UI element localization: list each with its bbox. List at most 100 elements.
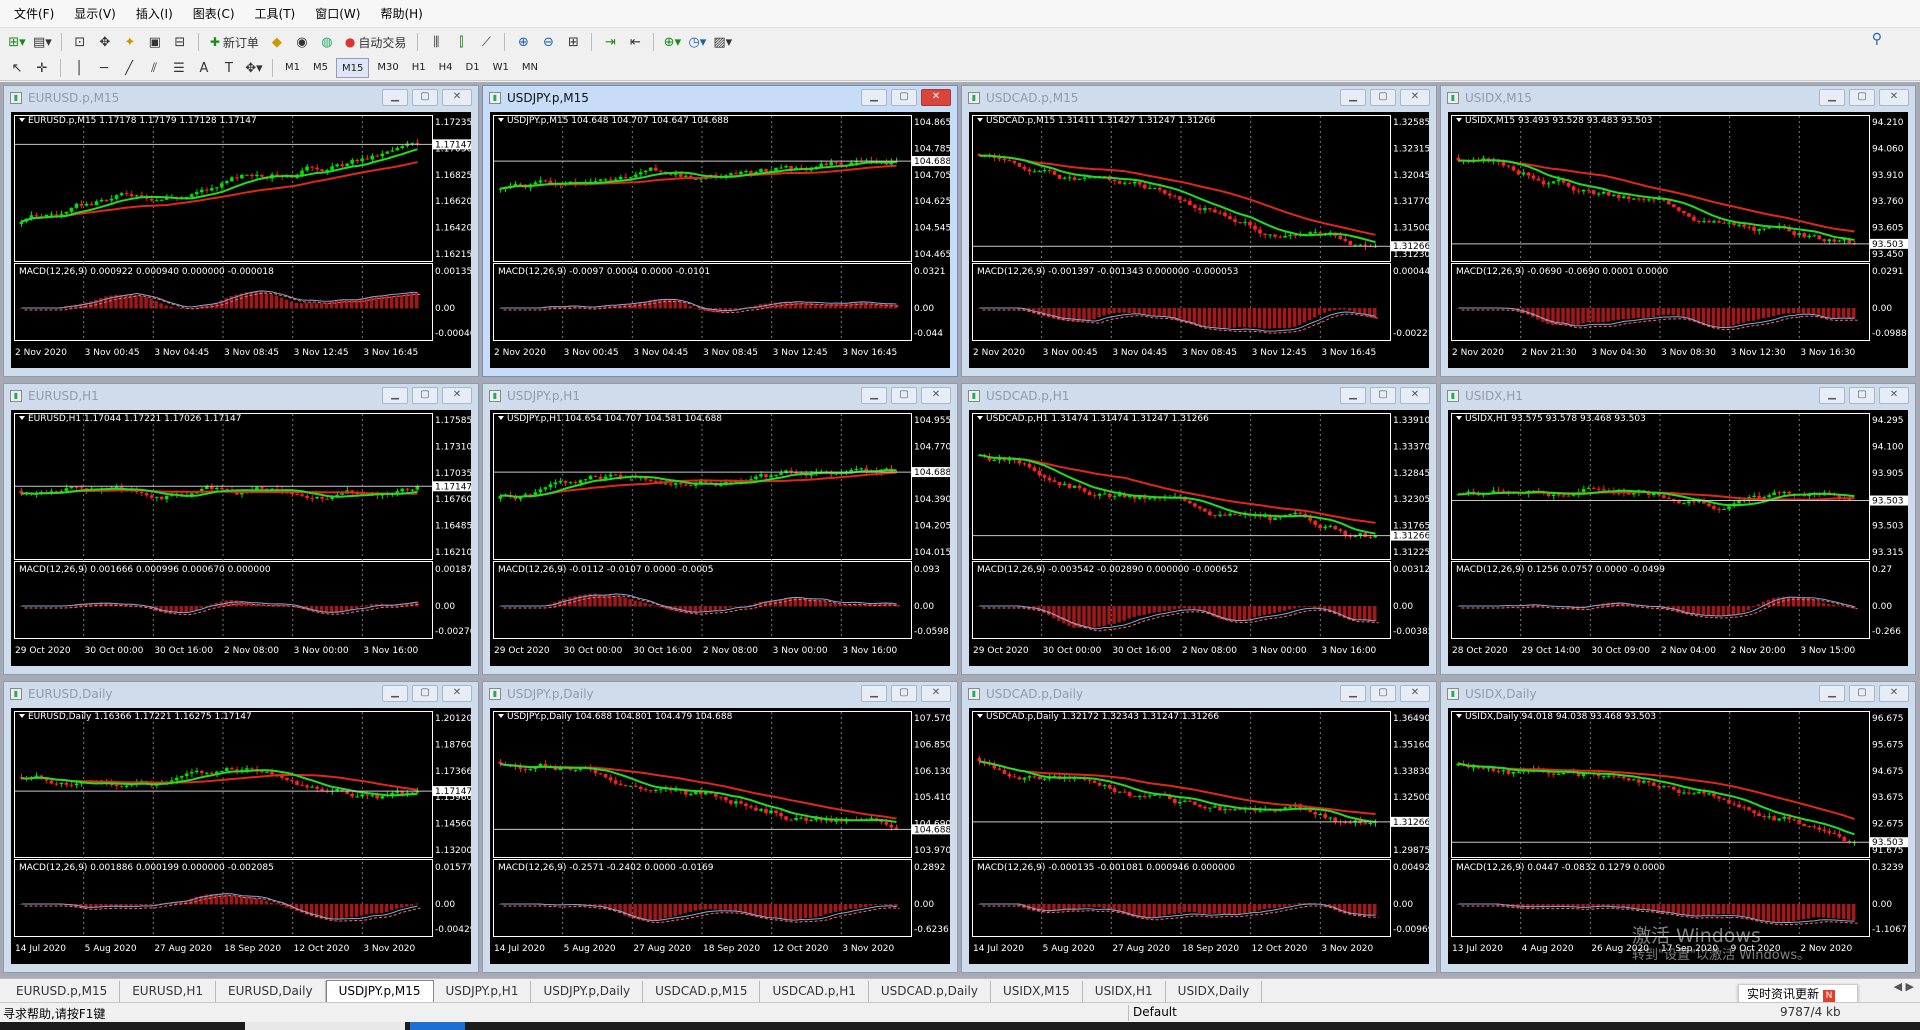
- minimize-icon[interactable]: ▁: [382, 89, 408, 106]
- minimize-icon[interactable]: ▁: [382, 387, 408, 404]
- close-icon[interactable]: ✕: [1400, 89, 1430, 106]
- menu-view[interactable]: 显示(V): [64, 0, 126, 28]
- tile-windows-icon[interactable]: ⊞: [562, 31, 584, 53]
- tab-usdcad-daily[interactable]: USDCAD.p,Daily: [869, 981, 991, 1002]
- chart-window[interactable]: ▮ EURUSD,Daily ▁ ▢ ✕ EURUSD,Daily 1.16366 1.1…: [3, 681, 479, 973]
- chart-plot-area[interactable]: EURUSD.p,M15 1.17178 1.17179 1.17128 1.1…: [11, 112, 471, 368]
- zoom-out-icon[interactable]: ⊖: [537, 31, 559, 53]
- candlestick-icon[interactable]: ⫿: [450, 31, 472, 53]
- vertical-line-icon[interactable]: │: [68, 57, 90, 79]
- tab-eurusd-daily[interactable]: EURUSD,Daily: [216, 981, 326, 1002]
- menu-insert[interactable]: 插入(I): [126, 0, 183, 28]
- timeframe-m1[interactable]: M1: [280, 58, 305, 78]
- market-icon[interactable]: ◍: [316, 31, 338, 53]
- chart-window[interactable]: ▮ USIDX,M15 ▁ ▢ ✕ USIDX,M15 93.493 93.528 93.…: [1440, 85, 1916, 377]
- text-label-icon[interactable]: T: [218, 57, 240, 79]
- chart-window[interactable]: ▮ USDCAD.p,H1 ▁ ▢ ✕ USDCAD.p,H1 1.31474 1.314…: [961, 383, 1437, 675]
- search-icon[interactable]: ⚲: [1872, 31, 1882, 47]
- close-icon[interactable]: ✕: [1400, 685, 1430, 702]
- new-order-button[interactable]: ✚ 新订单: [206, 31, 263, 53]
- timeframe-m30[interactable]: M30: [372, 58, 403, 78]
- auto-trading-button[interactable]: ● 自动交易: [341, 31, 411, 53]
- tab-usidx-daily[interactable]: USIDX,Daily: [1166, 981, 1263, 1002]
- close-icon[interactable]: ✕: [442, 387, 472, 404]
- maximize-icon[interactable]: ▢: [891, 387, 917, 404]
- tab-eurusd-m15[interactable]: EURUSD.p,M15: [4, 981, 121, 1002]
- minimize-icon[interactable]: ▁: [1819, 685, 1845, 702]
- chart-plot-area[interactable]: USDJPY.p,Daily 104.688 104.801 104.479 1…: [490, 708, 950, 964]
- templates-icon[interactable]: ▨▾: [711, 31, 734, 53]
- horizontal-line-icon[interactable]: ─: [93, 57, 115, 79]
- chart-window[interactable]: ▮ USIDX,H1 ▁ ▢ ✕ USIDX,H1 93.575 93.578 93.46…: [1440, 383, 1916, 675]
- channel-icon[interactable]: ⫽: [143, 57, 165, 79]
- price-chart[interactable]: USIDX,H1 93.575 93.578 93.468 93.503 MACD…: [1448, 410, 1908, 666]
- tab-usdjpy-h1[interactable]: USDJPY.p,H1: [434, 981, 532, 1002]
- timeframe-h1[interactable]: H1: [407, 58, 431, 78]
- chart-window[interactable]: ▮ EURUSD.p,M15 ▁ ▢ ✕ EURUSD.p,M15 1.17178 1.1…: [3, 85, 479, 377]
- maximize-icon[interactable]: ▢: [1370, 89, 1396, 106]
- price-chart[interactable]: EURUSD,Daily 1.16366 1.17221 1.16275 1.1…: [11, 708, 471, 964]
- minimize-icon[interactable]: ▁: [861, 685, 887, 702]
- close-icon[interactable]: ✕: [442, 89, 472, 106]
- news-update-button[interactable]: 实时资讯更新 N: [1738, 984, 1858, 1004]
- timeframe-h4[interactable]: H4: [434, 58, 458, 78]
- maximize-icon[interactable]: ▢: [1849, 387, 1875, 404]
- cursor-icon[interactable]: ↖: [6, 57, 28, 79]
- line-chart-icon[interactable]: ⟋: [475, 31, 497, 53]
- tab-usidx-m15[interactable]: USIDX,M15: [991, 981, 1083, 1002]
- price-chart[interactable]: USDJPY.p,H1 104.654 104.707 104.581 104.…: [490, 410, 950, 666]
- price-chart[interactable]: USDCAD.p,M15 1.31411 1.31427 1.31247 1.3…: [969, 112, 1429, 368]
- tab-eurusd-h1[interactable]: EURUSD,H1: [120, 981, 217, 1002]
- chart-plot-area[interactable]: USDCAD.p,M15 1.31411 1.31427 1.31247 1.3…: [969, 112, 1429, 368]
- minimize-icon[interactable]: ▁: [1340, 685, 1366, 702]
- new-chart-icon[interactable]: ⊞▾: [6, 31, 28, 53]
- minimize-icon[interactable]: ▁: [861, 387, 887, 404]
- tab-usidx-h1[interactable]: USIDX,H1: [1083, 981, 1166, 1002]
- close-icon[interactable]: ✕: [921, 685, 951, 702]
- maximize-icon[interactable]: ▢: [412, 387, 438, 404]
- chart-plot-area[interactable]: EURUSD,H1 1.17044 1.17221 1.17026 1.1714…: [11, 410, 471, 666]
- price-chart[interactable]: USDJPY.p,M15 104.648 104.707 104.647 104…: [490, 112, 950, 368]
- crosshair-icon[interactable]: ✛: [31, 57, 53, 79]
- close-icon[interactable]: ✕: [921, 89, 951, 106]
- tab-usdcad-m15[interactable]: USDCAD.p,M15: [643, 981, 761, 1002]
- market-watch-icon[interactable]: ⊡: [69, 31, 91, 53]
- timeframe-w1[interactable]: W1: [488, 58, 514, 78]
- chart-plot-area[interactable]: USDCAD.p,Daily 1.32172 1.32343 1.31247 1…: [969, 708, 1429, 964]
- price-chart[interactable]: EURUSD.p,M15 1.17178 1.17179 1.17128 1.1…: [11, 112, 471, 368]
- menu-tools[interactable]: 工具(T): [245, 0, 306, 28]
- chart-plot-area[interactable]: USDJPY.p,M15 104.648 104.707 104.647 104…: [490, 112, 950, 368]
- price-chart[interactable]: EURUSD,H1 1.17044 1.17221 1.17026 1.1714…: [11, 410, 471, 666]
- menu-window[interactable]: 窗口(W): [305, 0, 370, 28]
- arrows-icon[interactable]: ✥▾: [243, 57, 265, 79]
- chart-plot-area[interactable]: USIDX,H1 93.575 93.578 93.468 93.503 MACD…: [1448, 410, 1908, 666]
- terminal-icon[interactable]: ▣: [144, 31, 166, 53]
- price-chart[interactable]: USDCAD.p,Daily 1.32172 1.32343 1.31247 1…: [969, 708, 1429, 964]
- maximize-icon[interactable]: ▢: [891, 685, 917, 702]
- signals-icon[interactable]: ◉: [291, 31, 313, 53]
- chart-plot-area[interactable]: USDCAD.p,H1 1.31474 1.31474 1.31247 1.31…: [969, 410, 1429, 666]
- chart-plot-area[interactable]: USIDX,M15 93.493 93.528 93.483 93.503 MAC…: [1448, 112, 1908, 368]
- maximize-icon[interactable]: ▢: [1370, 685, 1396, 702]
- strategy-tester-icon[interactable]: ⊟: [169, 31, 191, 53]
- menu-charts[interactable]: 图表(C): [183, 0, 245, 28]
- maximize-icon[interactable]: ▢: [891, 89, 917, 106]
- chart-plot-area[interactable]: EURUSD,Daily 1.16366 1.17221 1.16275 1.1…: [11, 708, 471, 964]
- bar-chart-icon[interactable]: ⫼: [425, 31, 447, 53]
- minimize-icon[interactable]: ▁: [1340, 387, 1366, 404]
- maximize-icon[interactable]: ▢: [1849, 685, 1875, 702]
- price-chart[interactable]: USDJPY.p,Daily 104.688 104.801 104.479 1…: [490, 708, 950, 964]
- close-icon[interactable]: ✕: [1879, 685, 1909, 702]
- minimize-icon[interactable]: ▁: [1819, 387, 1845, 404]
- close-icon[interactable]: ✕: [1879, 387, 1909, 404]
- price-chart[interactable]: USDCAD.p,H1 1.31474 1.31474 1.31247 1.31…: [969, 410, 1429, 666]
- timeframe-d1[interactable]: D1: [461, 58, 485, 78]
- close-icon[interactable]: ✕: [921, 387, 951, 404]
- tab-usdjpy-daily[interactable]: USDJPY.p,Daily: [531, 981, 644, 1002]
- chart-window[interactable]: ▮ USDJPY.p,M15 ▁ ▢ ✕ USDJPY.p,M15 104.648 104…: [482, 85, 958, 377]
- chart-window[interactable]: ▮ EURUSD,H1 ▁ ▢ ✕ EURUSD,H1 1.17044 1.17221 1…: [3, 383, 479, 675]
- menu-file[interactable]: 文件(F): [4, 0, 64, 28]
- chart-shift-icon[interactable]: ⇤: [624, 31, 646, 53]
- maximize-icon[interactable]: ▢: [412, 89, 438, 106]
- maximize-icon[interactable]: ▢: [1849, 89, 1875, 106]
